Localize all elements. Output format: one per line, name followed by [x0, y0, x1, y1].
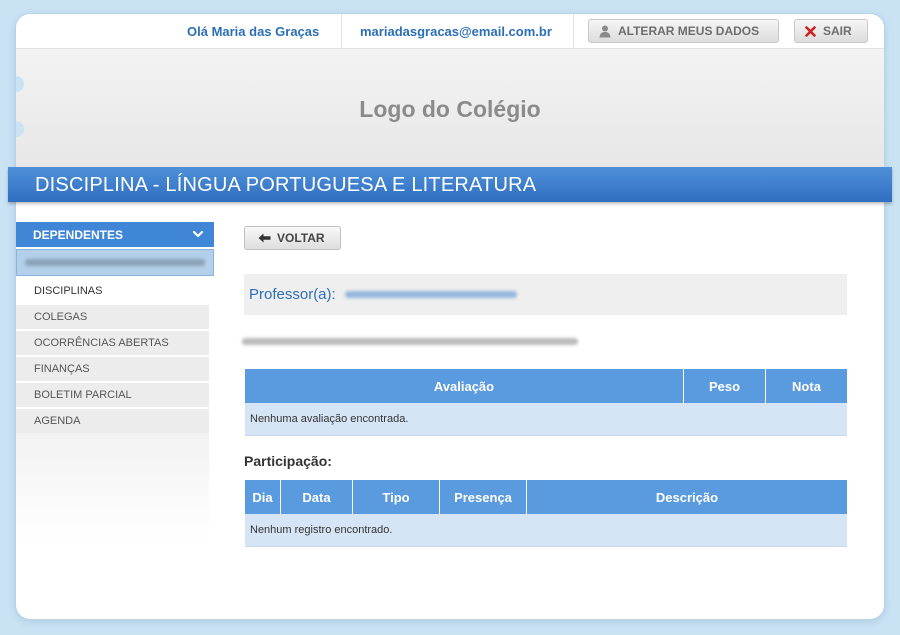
voltar-button[interactable]: VOLTAR [244, 226, 341, 250]
column-header: Dia [245, 480, 281, 514]
avaliacoes-table: Avaliação Peso Nota Nenhuma avaliação en… [245, 369, 847, 436]
column-header: Tipo [352, 480, 440, 514]
column-header: Nota [765, 369, 847, 403]
column-header: Presença [439, 480, 527, 514]
sidebar: DEPENDENTES DISCIPLINAS COLEGAS OCORRÊNC… [16, 222, 214, 541]
sidebar-item-colegas[interactable]: COLEGAS [16, 305, 209, 329]
sidebar-item-label: AGENDA [34, 415, 81, 427]
column-header: Descrição [526, 480, 847, 514]
dependentes-dropdown[interactable]: DEPENDENTES [16, 222, 214, 247]
sidebar-item-financas[interactable]: FINANÇAS [16, 357, 209, 381]
close-icon [805, 25, 816, 37]
alterar-meus-dados-button[interactable]: ALTERAR MEUS DADOS [588, 19, 779, 43]
user-greeting: Olá Maria das Graças [187, 24, 320, 39]
column-header: Avaliação [245, 369, 684, 403]
participacao-title: Participação: [244, 453, 332, 469]
top-bar: Olá Maria das Graças mariadasgracas@emai… [16, 14, 884, 49]
sidebar-item-label: BOLETIM PARCIAL [34, 389, 132, 401]
sair-label: SAIR [823, 24, 852, 38]
chevron-down-icon [192, 230, 204, 238]
sidebar-item-ocorrencias-abertas[interactable]: OCORRÊNCIAS ABERTAS [16, 331, 209, 355]
discipline-banner: DISCIPLINA - LÍNGUA PORTUGUESA E LITERAT… [8, 167, 892, 202]
redacted-text [242, 338, 578, 345]
column-header: Peso [683, 369, 766, 403]
dependentes-label: DEPENDENTES [33, 227, 124, 242]
sidebar-item-label: DISCIPLINAS [34, 285, 103, 297]
sidebar-item-label: COLEGAS [34, 311, 88, 323]
table-header-row: Dia Data Tipo Presença Descrição [245, 480, 847, 514]
divider [573, 14, 574, 48]
empty-message: Nenhum registro encontrado. [245, 514, 847, 547]
sidebar-item-label: OCORRÊNCIAS ABERTAS [34, 337, 169, 349]
voltar-label: VOLTAR [277, 231, 325, 245]
professor-label: Professor(a): [249, 286, 336, 303]
alterar-label: ALTERAR MEUS DADOS [618, 24, 760, 38]
sidebar-item-label: FINANÇAS [34, 363, 90, 375]
sair-button[interactable]: SAIR [794, 19, 868, 43]
user-email: mariadasgracas@email.com.br [360, 24, 552, 39]
professor-box: Professor(a): [244, 274, 847, 315]
user-icon [599, 25, 611, 37]
school-logo: Logo do Colégio [359, 96, 541, 122]
logo-area: Logo do Colégio [16, 49, 884, 167]
table-header-row: Avaliação Peso Nota [245, 369, 847, 403]
sidebar-fill [16, 433, 209, 541]
sidebar-item-disciplinas[interactable]: DISCIPLINAS [16, 279, 209, 303]
participacao-table: Dia Data Tipo Presença Descrição Nenhum … [245, 480, 847, 547]
divider [341, 14, 342, 48]
sidebar-item-agenda[interactable]: AGENDA [16, 409, 209, 433]
redacted-name [25, 259, 205, 266]
arrow-left-icon [258, 233, 271, 243]
table-row: Nenhum registro encontrado. [245, 514, 847, 547]
redacted-professor-name [345, 291, 517, 298]
page-title: DISCIPLINA - LÍNGUA PORTUGUESA E LITERAT… [35, 174, 537, 196]
table-row: Nenhuma avaliação encontrada. [245, 403, 847, 436]
sidebar-item-boletim-parcial[interactable]: BOLETIM PARCIAL [16, 383, 209, 407]
empty-message: Nenhuma avaliação encontrada. [245, 403, 847, 436]
selected-dependent[interactable] [16, 249, 214, 276]
column-header: Data [280, 480, 353, 514]
